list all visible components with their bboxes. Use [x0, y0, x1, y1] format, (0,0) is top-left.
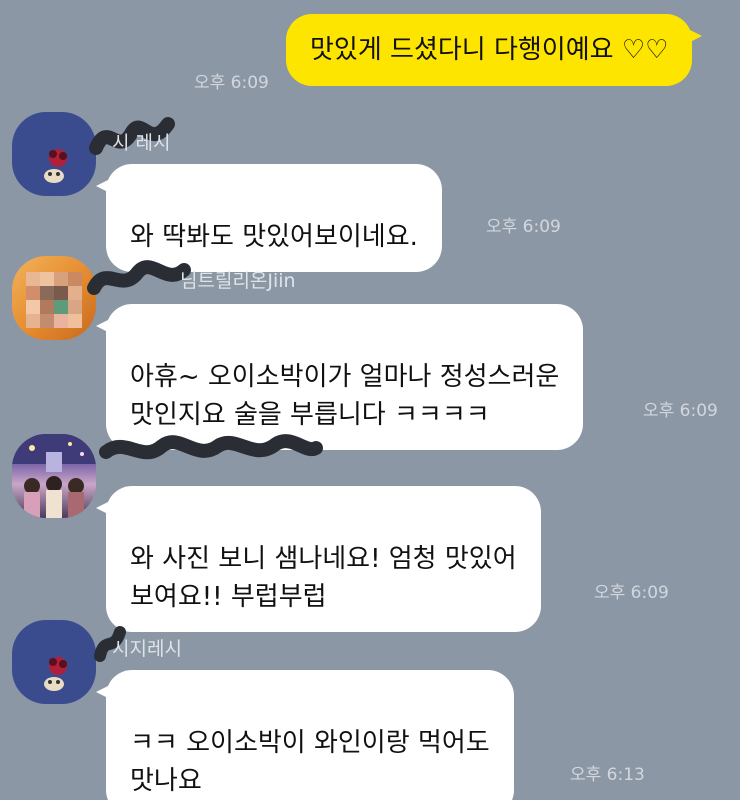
profile-avatar[interactable] — [12, 620, 96, 704]
message-time: 오후 6:13 — [570, 765, 645, 785]
message-time: 오후 6:09 — [486, 217, 561, 237]
sender-name: 시지레시 — [112, 638, 182, 660]
message-bubble[interactable]: 와 사진 보니 샘나네요! 엄청 맛있어 보여요!! 부럽부럽 — [96, 486, 541, 632]
profile-avatar[interactable] — [12, 256, 96, 340]
my-message-bubble[interactable]: 맛있게 드셨다니 다행이예요 ♡♡ — [286, 14, 703, 86]
sender-name: 시 레시 — [112, 132, 171, 154]
message-time: 오후 6:09 — [194, 73, 269, 93]
profile-avatar[interactable] — [12, 434, 96, 518]
character-icon — [44, 657, 67, 691]
chat-room: 맛있게 드셨다니 다행이예요 ♡♡ 오후 6:09 시 레시 와 딱봐도 맛있어… — [0, 0, 740, 800]
message-bubble[interactable]: ㅋㅋ 오이소박이 와인이랑 먹어도 맛나요 — [96, 670, 514, 800]
character-icon — [44, 149, 67, 183]
group-photo-icon — [12, 434, 96, 518]
message-time: 오후 6:09 — [643, 401, 718, 421]
profile-avatar[interactable] — [12, 112, 96, 196]
blurred-face-icon — [26, 272, 82, 328]
message-text: 맛있게 드셨다니 다행이예요 ♡♡ — [310, 35, 669, 65]
message-text: ㅋㅋ 오이소박이 와인이랑 먹어도 맛나요 — [130, 728, 490, 796]
message-text: 아휴~ 오이소박이가 얼마나 정성스러운 맛인지요 술을 부릅니다 ㅋㅋㅋㅋ — [130, 362, 560, 430]
message-text: 와 사진 보니 샘나네요! 엄청 맛있어 보여요!! 부럽부럽 — [130, 544, 517, 612]
message-text: 와 딱봐도 맛있어보이네요. — [130, 222, 418, 252]
redaction-scribble — [99, 434, 323, 460]
message-time: 오후 6:09 — [594, 583, 669, 603]
sender-name: 님트릴리온Jiin — [180, 270, 296, 292]
